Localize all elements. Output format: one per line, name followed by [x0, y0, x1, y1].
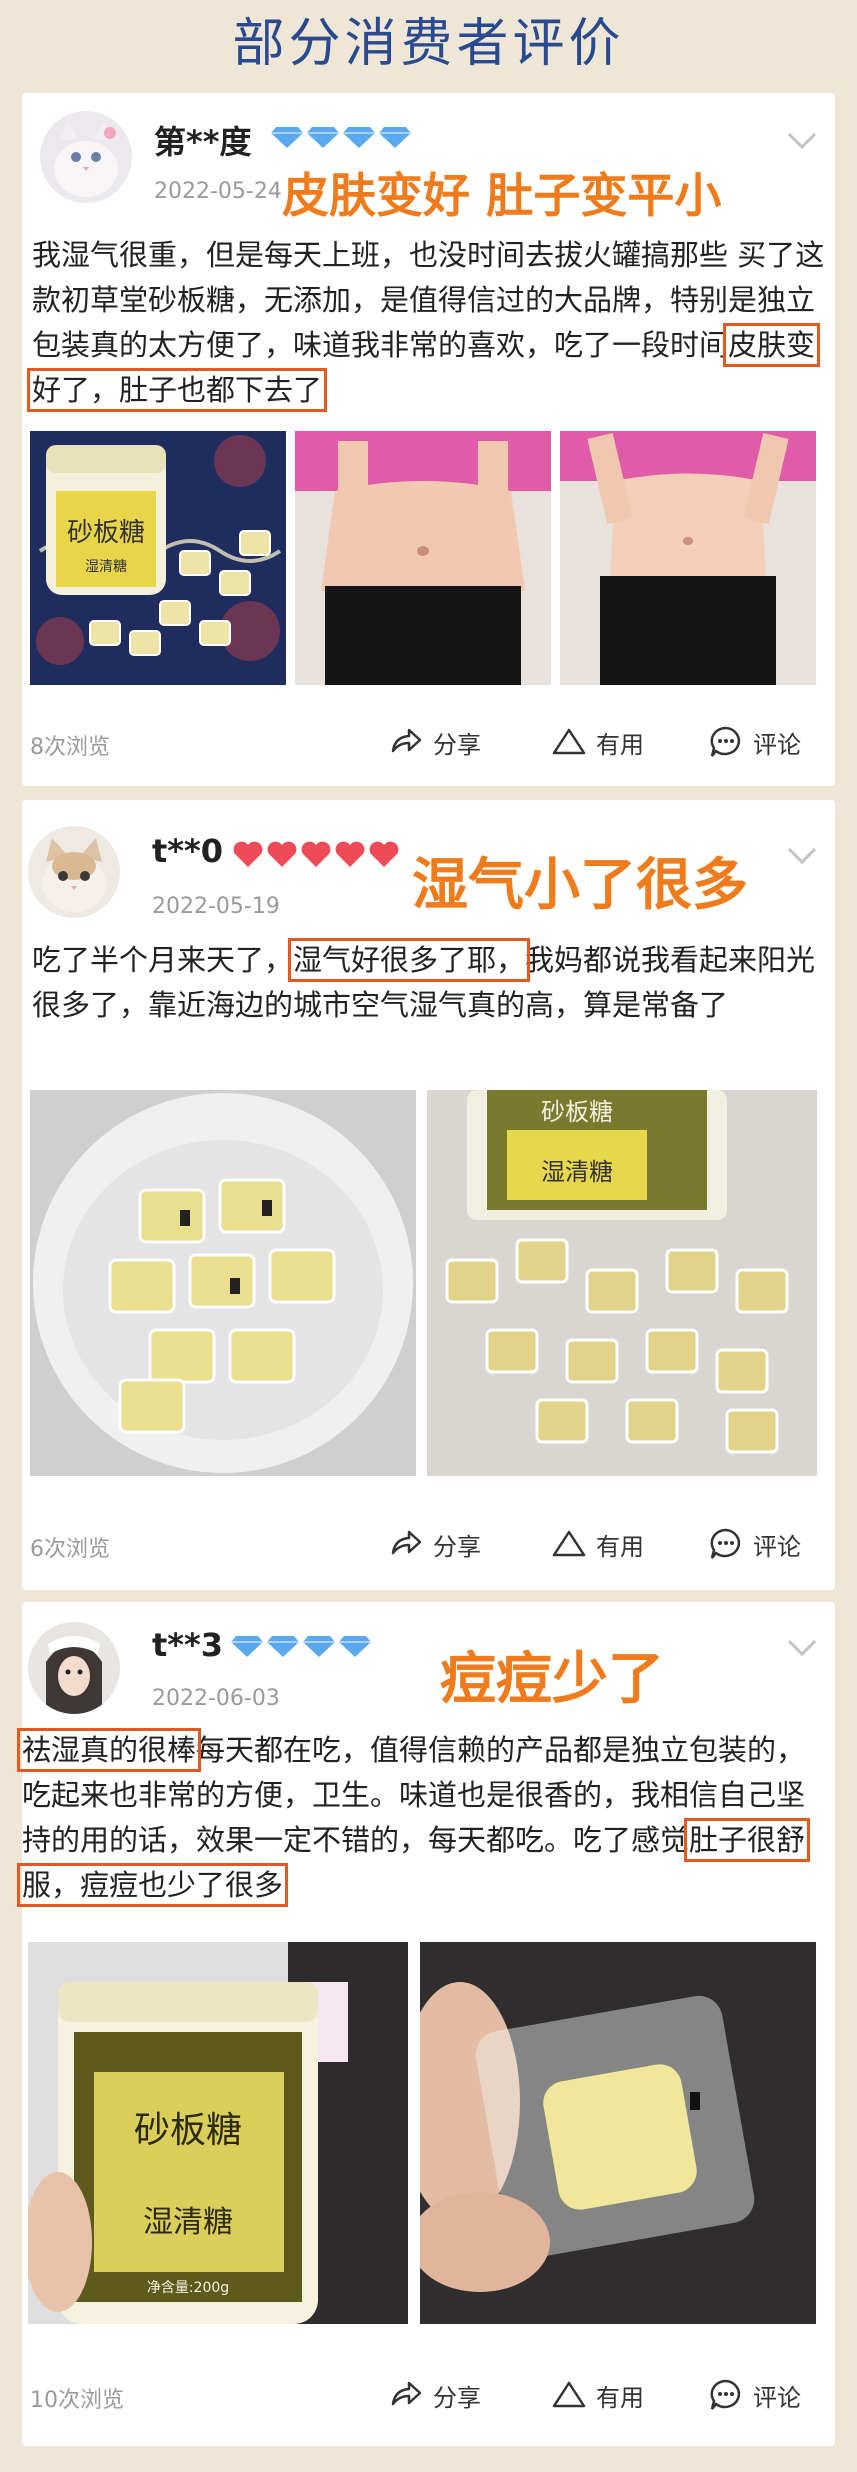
comment-label: 评论 [753, 730, 801, 759]
review-text-part: 我湿气很重，但是每天上班，也没时间去拔火罐搞那些 买了这款初草堂砂板糖，无添加，… [32, 238, 825, 362]
view-count: 6次浏览 [30, 1537, 110, 1562]
comment-button[interactable]: 评论 [707, 2376, 801, 2414]
review-card: t**3 2022-06-03 痘痘少了 祛湿真的很棒每天都在吃，值得信赖的产品… [16, 1602, 835, 2446]
review-photo-jar-hand[interactable]: 砂板糖 湿清糖 净含量:200g [28, 1942, 408, 2324]
view-count: 8次浏览 [30, 735, 110, 760]
review-date: 2022-06-03 [152, 1686, 280, 1711]
review-photo-product[interactable]: 砂板糖 湿清糖 [30, 431, 286, 685]
useful-label: 有用 [596, 730, 644, 759]
product-sublabel: 湿清糖 [85, 559, 127, 575]
avatar[interactable] [28, 1622, 120, 1714]
username[interactable]: t**3 [152, 1626, 223, 1664]
comment-button[interactable]: 评论 [707, 1525, 801, 1563]
heart-icon [300, 840, 332, 872]
highlight-caption: 湿气小了很多 [412, 853, 748, 918]
review-text-marked: 祛湿真的很棒 [16, 1728, 202, 1772]
chevron-down-icon[interactable] [787, 835, 817, 865]
diamond-icon [302, 1634, 336, 1662]
share-icon [391, 1530, 422, 1555]
review-footer: 10次浏览 分享 有用 评论 [22, 2368, 835, 2428]
review-text: 吃了半个月来天了，湿气好很多了耶，我妈都说我看起来阳光很多了，靠近海边的城市空气… [32, 938, 827, 1028]
highlight-caption: 皮肤变好 肚子变平小 [282, 169, 722, 224]
product-net-weight: 净含量:200g [147, 2280, 229, 2296]
review-date: 2022-05-24 [154, 179, 282, 204]
share-icon [391, 2381, 422, 2406]
avatar[interactable] [40, 111, 132, 203]
useful-label: 有用 [596, 2383, 644, 2412]
chevron-down-icon[interactable] [787, 120, 817, 150]
share-button[interactable]: 分享 [387, 2376, 481, 2414]
review-photo-jar-open[interactable] [30, 1090, 416, 1476]
comment-bubble-icon [710, 2379, 741, 2410]
diamond-icon [342, 125, 376, 153]
username[interactable]: 第**度 [154, 117, 251, 163]
product-label: 砂板糖 [541, 1098, 613, 1126]
useful-label: 有用 [596, 1532, 644, 1561]
review-photo-candy-held[interactable] [420, 1942, 816, 2324]
comment-bubble-icon [710, 1528, 741, 1559]
review-text-part: 吃了半个月来天了， [32, 943, 294, 977]
share-label: 分享 [433, 1532, 481, 1561]
comment-button[interactable]: 评论 [707, 723, 801, 761]
product-label: 砂板糖 [67, 518, 145, 548]
triangle-useful-icon [552, 1530, 586, 1557]
diamond-icon [270, 125, 304, 153]
share-label: 分享 [433, 2383, 481, 2412]
username[interactable]: t**0 [152, 832, 223, 870]
triangle-useful-icon [552, 728, 586, 755]
share-icon [391, 728, 422, 753]
review-footer: 6次浏览 分享 有用 评论 [22, 1517, 835, 1577]
share-label: 分享 [433, 730, 481, 759]
review-photo-belly-before[interactable] [295, 431, 551, 685]
heart-icon [232, 840, 264, 872]
review-photo-candies[interactable]: 砂板糖 湿清糖 [427, 1090, 817, 1476]
product-label: 砂板糖 [134, 2110, 242, 2151]
product-sublabel: 湿清糖 [143, 2205, 233, 2240]
share-button[interactable]: 分享 [387, 1525, 481, 1563]
vip-badges [232, 840, 400, 872]
comment-label: 评论 [753, 1532, 801, 1561]
heart-icon [368, 840, 400, 872]
useful-button[interactable]: 有用 [550, 1525, 644, 1563]
highlight-caption: 痘痘少了 [440, 1647, 664, 1712]
triangle-useful-icon [552, 2381, 586, 2408]
heart-icon [266, 840, 298, 872]
diamond-icon [266, 1634, 300, 1662]
vip-badges [270, 125, 412, 153]
comment-bubble-icon [710, 726, 741, 757]
diamond-icon [230, 1634, 264, 1662]
diamond-icon [378, 125, 412, 153]
review-card: t**0 2022-05-19 湿气小了很多 吃了半个月来天了，湿气好很多了耶，… [22, 800, 835, 1590]
share-button[interactable]: 分享 [387, 723, 481, 761]
view-count: 10次浏览 [30, 2388, 124, 2413]
review-text: 我湿气很重，但是每天上班，也没时间去拔火罐搞那些 买了这款初草堂砂板糖，无添加，… [26, 233, 827, 413]
page-title: 部分消费者评价 [232, 14, 625, 74]
review-text-marked: 湿气好很多了耶， [288, 938, 531, 982]
diamond-icon [338, 1634, 372, 1662]
review-footer: 8次浏览 分享 有用 评论 [22, 715, 835, 775]
review-photo-belly-after[interactable] [560, 431, 816, 685]
diamond-icon [306, 125, 340, 153]
review-card: 第**度 2022-05-24 皮肤变好 肚子变平小 我湿气很重，但是每天上班，… [22, 93, 835, 786]
comment-label: 评论 [753, 2383, 801, 2412]
useful-button[interactable]: 有用 [550, 723, 644, 761]
useful-button[interactable]: 有用 [550, 2376, 644, 2414]
heart-icon [334, 840, 366, 872]
review-text: 祛湿真的很棒每天都在吃，值得信赖的产品都是独立包装的，吃起来也非常的方便，卫生。… [16, 1728, 827, 1908]
vip-badges [230, 1634, 372, 1662]
avatar[interactable] [28, 826, 120, 918]
chevron-down-icon[interactable] [787, 1627, 817, 1657]
review-date: 2022-05-19 [152, 894, 280, 919]
product-sublabel: 湿清糖 [541, 1158, 613, 1186]
